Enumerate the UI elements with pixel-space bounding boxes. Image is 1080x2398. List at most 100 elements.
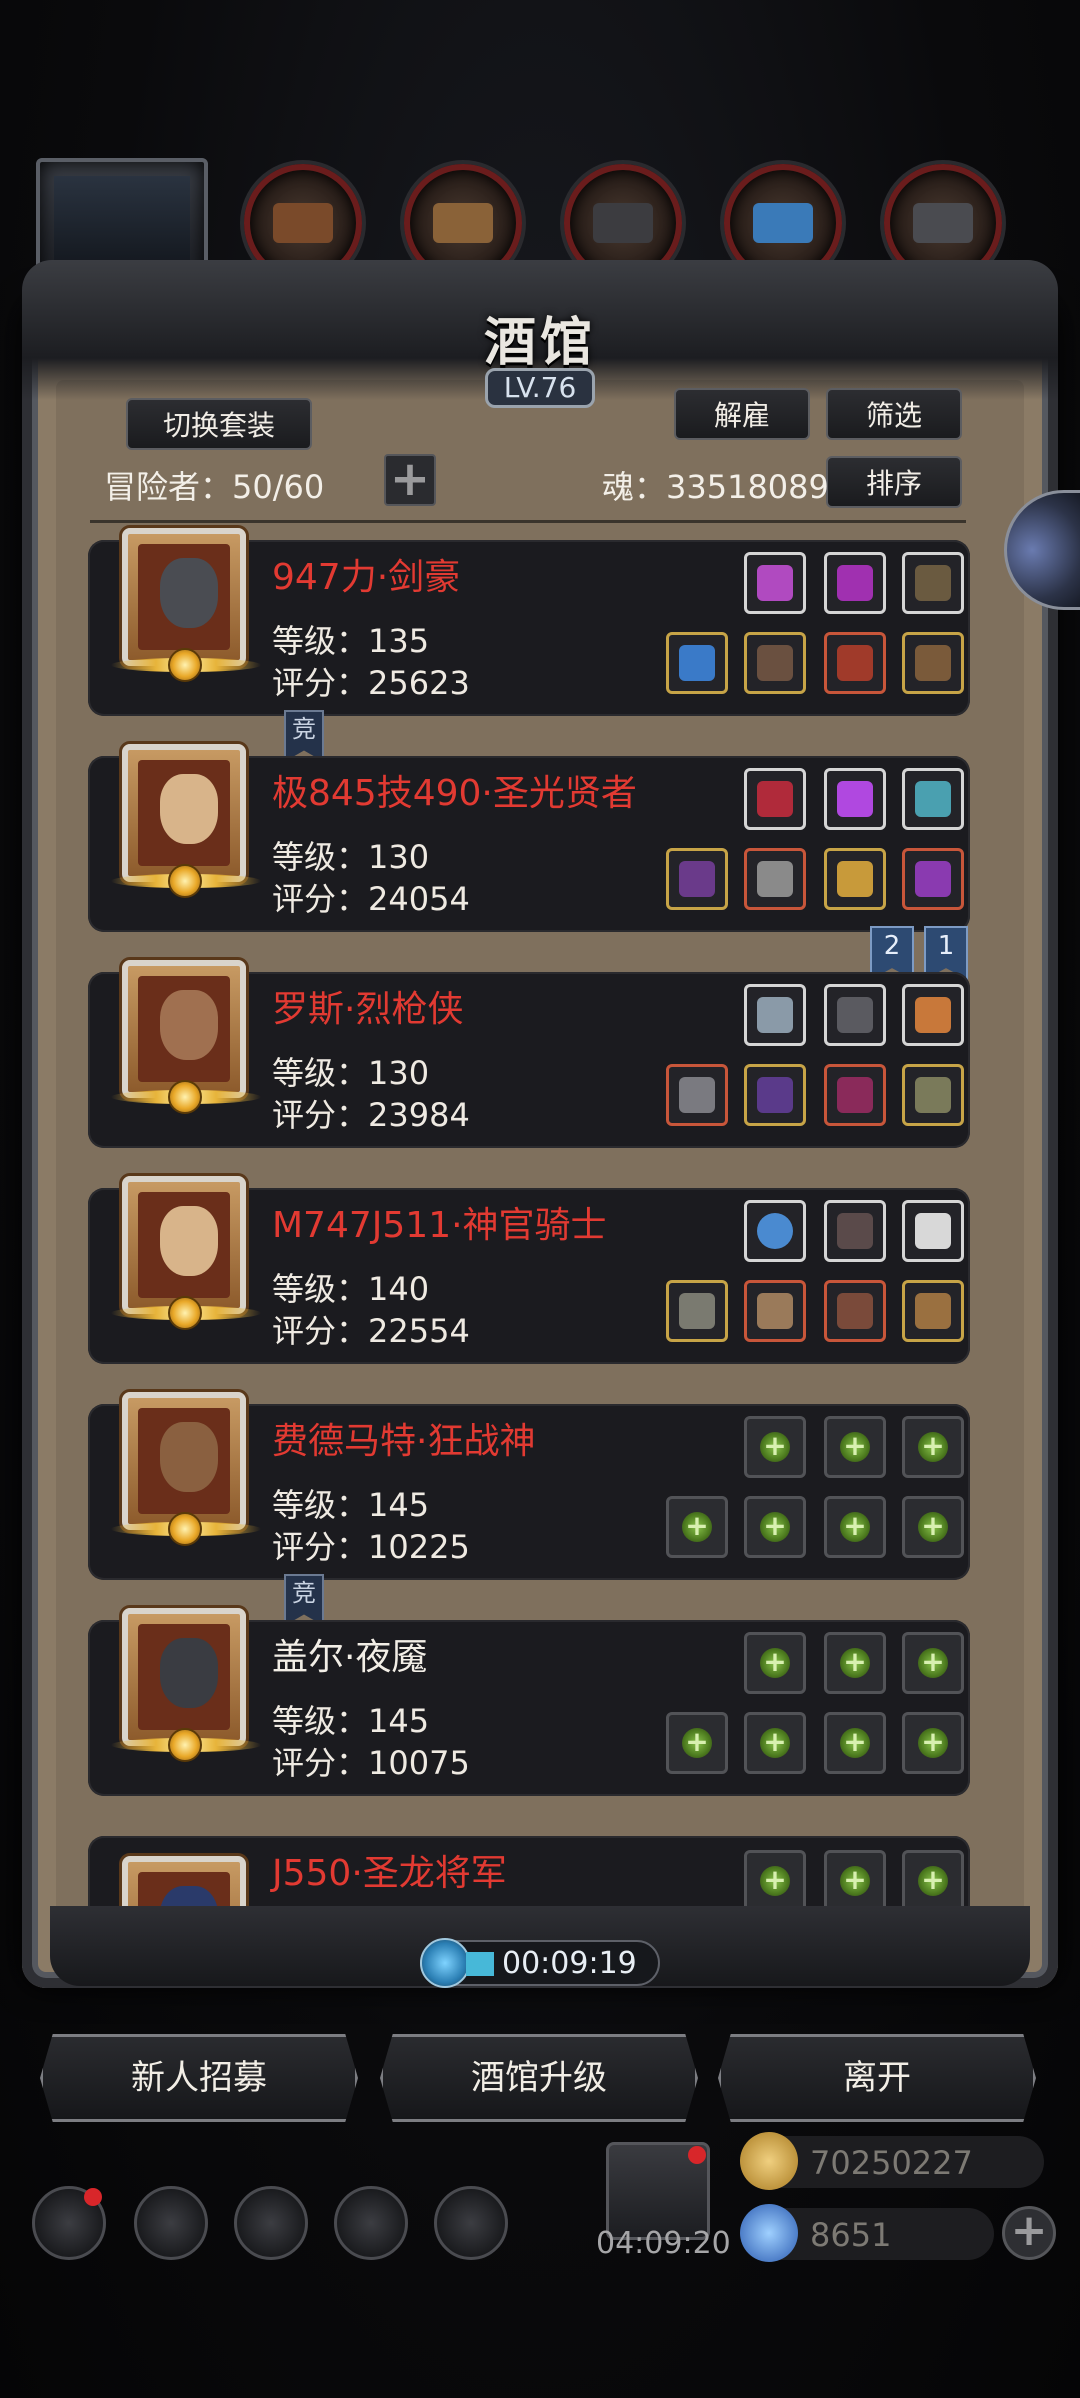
- equip-helmet-icon[interactable]: [824, 632, 886, 694]
- gift-notification-dot: [688, 2146, 706, 2164]
- hero-portrait: [122, 960, 246, 1098]
- gem-icon: [740, 2204, 798, 2262]
- equip-plate-icon[interactable]: [744, 1280, 806, 1342]
- hero-portrait: [122, 1608, 246, 1746]
- page-title: 酒馆: [483, 312, 596, 373]
- hero-name: 费德马特·狂战神: [272, 1421, 536, 1462]
- hero-level: 等级：145: [272, 1486, 430, 1524]
- equip-pendant-icon[interactable]: [902, 848, 964, 910]
- hero-score: 评分：23984: [272, 1096, 470, 1134]
- empty-slot-icon[interactable]: +: [666, 1712, 728, 1774]
- add-currency-button[interactable]: +: [1002, 2206, 1056, 2260]
- hero-portrait: [122, 1392, 246, 1530]
- equip-spear-icon[interactable]: [666, 1064, 728, 1126]
- equip-robe-icon[interactable]: [744, 848, 806, 910]
- add-slot-button[interactable]: +: [384, 454, 436, 506]
- empty-slot-icon[interactable]: +: [902, 1496, 964, 1558]
- equip-boots-icon[interactable]: [902, 632, 964, 694]
- dismiss-button[interactable]: 解雇: [674, 388, 810, 440]
- rank-emblem-icon: [106, 1296, 266, 1336]
- equip-ruby-icon[interactable]: [744, 768, 806, 830]
- switch-outfit-button[interactable]: 切换套装: [126, 398, 312, 450]
- hero-portrait: [122, 1176, 246, 1314]
- hero-name: 盖尔·夜魇: [272, 1637, 428, 1678]
- equip-gem-icon[interactable]: [744, 552, 806, 614]
- empty-slot-icon[interactable]: +: [744, 1632, 806, 1694]
- equip-armor-icon[interactable]: [744, 632, 806, 694]
- equip-rune-icon[interactable]: [824, 984, 886, 1046]
- mail-icon[interactable]: [334, 2186, 408, 2260]
- hero-portrait: [122, 744, 246, 882]
- hero-card[interactable]: 947力·剑豪 等级：135 评分：25623: [88, 528, 970, 716]
- hero-card[interactable]: 极845技490·圣光贤者 等级：130 评分：24054: [88, 744, 970, 932]
- clock-icon: [420, 1938, 470, 1988]
- hero-card[interactable]: 盖尔·夜魇 等级：145 评分：10075 + + + + + + +: [88, 1608, 970, 1796]
- hero-name: M747J511·神官骑士: [272, 1205, 607, 1246]
- equip-ring-icon[interactable]: [824, 848, 886, 910]
- tavern-level-badge: LV.76: [485, 368, 595, 408]
- divider: [90, 520, 966, 523]
- filter-button[interactable]: 筛选: [826, 388, 962, 440]
- equip-orb-icon[interactable]: [744, 1200, 806, 1262]
- equip-cloak-icon[interactable]: [744, 1064, 806, 1126]
- chest-icon[interactable]: [434, 2186, 508, 2260]
- empty-slot-icon[interactable]: +: [824, 1850, 886, 1912]
- castle-icon[interactable]: [234, 2186, 308, 2260]
- empty-slot-icon[interactable]: +: [902, 1712, 964, 1774]
- hero-card[interactable]: 费德马特·狂战神 等级：145 评分：10225 + + + + + + +: [88, 1392, 970, 1580]
- equip-ore-icon[interactable]: [744, 984, 806, 1046]
- empty-slot-icon[interactable]: +: [902, 1416, 964, 1478]
- equip-medal-icon[interactable]: [824, 1064, 886, 1126]
- equip-staff-icon[interactable]: [666, 848, 728, 910]
- equip-mace-icon[interactable]: [666, 1280, 728, 1342]
- equip-crystal-icon[interactable]: [824, 768, 886, 830]
- hero-portrait: [122, 1856, 246, 1912]
- upgrade-tavern-button[interactable]: 酒馆升级: [380, 2034, 698, 2122]
- empty-slot-icon[interactable]: +: [666, 1496, 728, 1558]
- notification-dot: [84, 2188, 102, 2206]
- empty-slot-icon[interactable]: +: [824, 1632, 886, 1694]
- equip-sword-icon[interactable]: [666, 632, 728, 694]
- timer-progress: [466, 1952, 494, 1976]
- hero-level: 等级：140: [272, 1270, 430, 1308]
- empty-slot-icon[interactable]: +: [744, 1496, 806, 1558]
- empty-slot-icon[interactable]: +: [744, 1416, 806, 1478]
- gem-bar: 8651: [740, 2204, 994, 2262]
- equip-lantern-icon[interactable]: [902, 984, 964, 1046]
- rank-emblem-icon: [106, 1512, 266, 1552]
- equip-gauntlet-icon[interactable]: [902, 1280, 964, 1342]
- equip-book-icon[interactable]: [824, 1280, 886, 1342]
- hero-card[interactable]: M747J511·神官骑士 等级：140 评分：22554: [88, 1176, 970, 1364]
- rank-emblem-icon: [106, 1728, 266, 1768]
- empty-slot-icon[interactable]: +: [744, 1850, 806, 1912]
- gold-amount: 70250227: [810, 2144, 973, 2182]
- equip-shield-icon[interactable]: [902, 1064, 964, 1126]
- sort-button[interactable]: 排序: [826, 456, 962, 508]
- empty-slot-icon[interactable]: +: [824, 1416, 886, 1478]
- hero-card[interactable]: 罗斯·烈枪侠 等级：130 评分：23984: [88, 960, 970, 1148]
- hero-score: 评分：25623: [272, 664, 470, 702]
- recruit-button[interactable]: 新人招募: [40, 2034, 358, 2122]
- hero-portrait: [122, 528, 246, 666]
- empty-slot-icon[interactable]: +: [824, 1712, 886, 1774]
- empty-slot-icon[interactable]: +: [744, 1712, 806, 1774]
- gem-amount: 8651: [810, 2216, 892, 2254]
- hero-level: 等级：145: [272, 1702, 430, 1740]
- soul-count: 魂：33518089: [602, 468, 829, 506]
- gold-bar: 70250227: [740, 2132, 1044, 2190]
- equip-feather-dark-icon[interactable]: [824, 1200, 886, 1262]
- empty-slot-icon[interactable]: +: [824, 1496, 886, 1558]
- rank-emblem-icon: [106, 1080, 266, 1120]
- equip-horn-icon[interactable]: [902, 552, 964, 614]
- equip-amulet-icon[interactable]: [824, 552, 886, 614]
- hero-name: 947力·剑豪: [272, 557, 461, 598]
- equip-stone-icon[interactable]: [902, 768, 964, 830]
- leave-button[interactable]: 离开: [718, 2034, 1036, 2122]
- equip-feather-white-icon[interactable]: [902, 1200, 964, 1262]
- hero-name: 极845技490·圣光贤者: [272, 773, 637, 814]
- star-icon[interactable]: [134, 2186, 208, 2260]
- hero-card[interactable]: J550·圣龙将军 + + +: [88, 1836, 970, 1912]
- empty-slot-icon[interactable]: +: [902, 1632, 964, 1694]
- empty-slot-icon[interactable]: +: [902, 1850, 964, 1912]
- hero-name: J550·圣龙将军: [272, 1853, 507, 1894]
